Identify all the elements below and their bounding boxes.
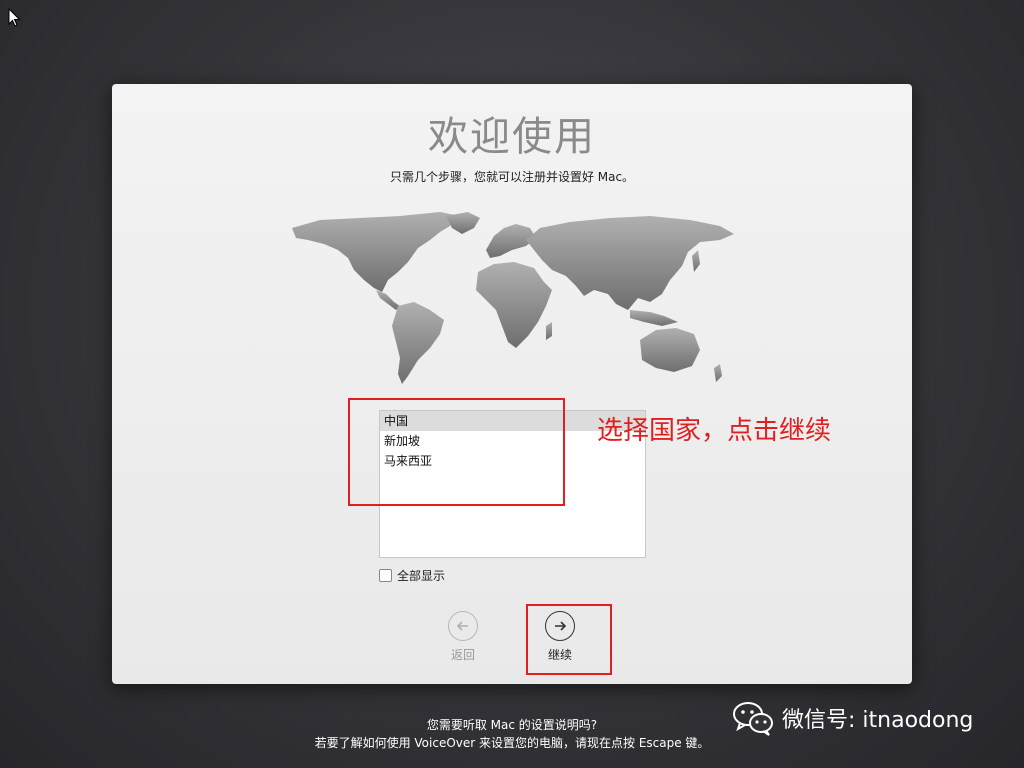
page-title: 欢迎使用	[428, 114, 596, 160]
annotation-box-country-list	[348, 398, 565, 506]
wechat-icon	[733, 702, 773, 736]
wechat-watermark: 微信号: itnaodong	[732, 700, 973, 736]
world-map-image	[292, 212, 734, 384]
show-all-checkbox-row[interactable]: 全部显示	[379, 567, 445, 584]
voiceover-prompt-line2: 若要了解如何使用 VoiceOver 来设置您的电脑，请现在点按 Escape …	[314, 736, 710, 750]
show-all-checkbox[interactable]	[379, 569, 392, 582]
annotation-text: 选择国家，点击继续	[597, 416, 832, 446]
back-label: 返回	[450, 648, 475, 662]
page-subtitle: 只需几个步骤，您就可以注册并设置好 Mac。	[389, 170, 635, 184]
setup-assistant-panel: 欢迎使用 只需几个步骤，您就可以注册并设置好 Mac。 中国 新加坡 马来西亚 …	[112, 84, 912, 684]
mouse-pointer-icon	[8, 8, 21, 27]
show-all-label: 全部显示	[397, 569, 446, 583]
back-arrow-icon	[448, 611, 478, 641]
wechat-id-text: 微信号: itnaodong	[782, 708, 974, 733]
annotation-box-continue	[526, 604, 612, 675]
back-button[interactable]: 返回	[433, 611, 493, 663]
